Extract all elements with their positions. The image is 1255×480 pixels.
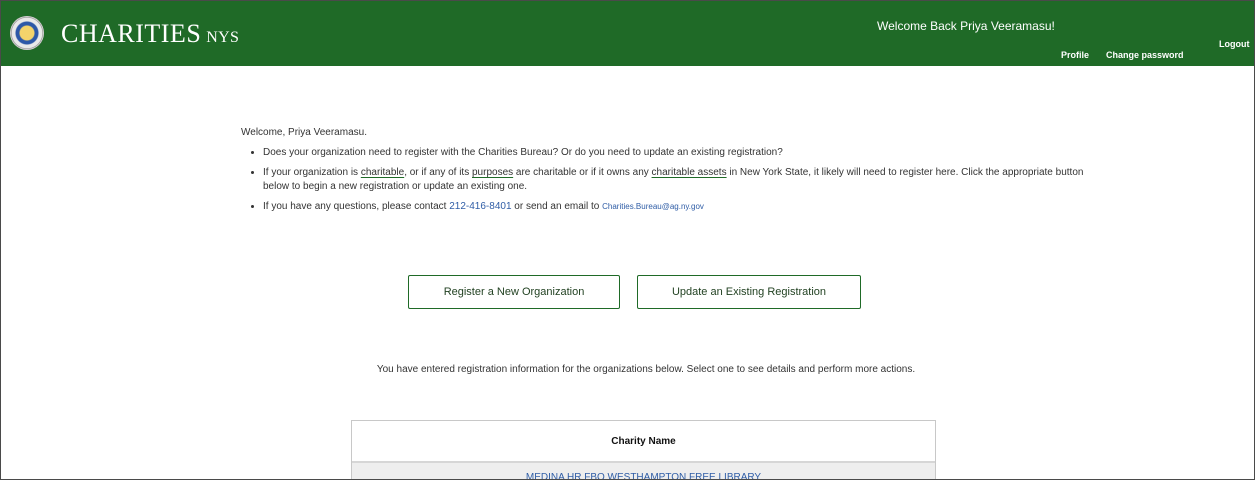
instruction-text: are charitable or if it owns any [513, 167, 652, 178]
charitable-link[interactable]: charitable [361, 167, 404, 178]
instruction-text: , or if any of its [404, 167, 472, 178]
instructions-list: Does your organization need to register … [241, 146, 1101, 214]
organizations-table: Charity Name MEDINA HR FBO WESTHAMPTON F… [351, 420, 936, 479]
register-new-organization-button[interactable]: Register a New Organization [408, 275, 620, 309]
contact-email-link[interactable]: Charities.Bureau@ag.ny.gov [602, 202, 704, 211]
instruction-text: If you have any questions, please contac… [263, 201, 450, 212]
organizations-info-text: You have entered registration informatio… [376, 364, 916, 375]
greeting: Welcome, Priya Veeramasu. [241, 127, 367, 138]
instruction-text: If your organization is [263, 167, 361, 178]
brand-suffix: NYS [206, 29, 240, 46]
change-password-link[interactable]: Change password [1106, 50, 1184, 60]
state-seal-icon [10, 16, 44, 50]
charity-name-column-header: Charity Name [352, 421, 935, 462]
update-existing-registration-button[interactable]: Update an Existing Registration [637, 275, 861, 309]
instruction-item-2: If your organization is charitable, or i… [263, 166, 1101, 194]
instruction-item-3: If you have any questions, please contac… [263, 200, 1101, 214]
charity-name-cell[interactable]: MEDINA HR FBO WESTHAMPTON FREE LIBRARY [526, 472, 761, 479]
table-row[interactable]: MEDINA HR FBO WESTHAMPTON FREE LIBRARY [352, 462, 935, 479]
page-frame: CHARITIES NYS Welcome Back Priya Veeramas… [0, 0, 1255, 480]
top-navigation-bar: CHARITIES NYS Welcome Back Priya Veeramas… [1, 1, 1254, 66]
instruction-text: or send an email to [511, 201, 603, 212]
purposes-link[interactable]: purposes [472, 167, 513, 178]
contact-phone: 212-416-8401 [449, 201, 512, 212]
instruction-item-1: Does your organization need to register … [263, 146, 1101, 160]
charitable-assets-link[interactable]: charitable assets [652, 167, 727, 178]
logout-link[interactable]: Logout [1219, 39, 1250, 49]
profile-link[interactable]: Profile [1061, 50, 1089, 60]
intro-section: Welcome, Priya Veeramasu. Does your orga… [241, 127, 1101, 220]
welcome-message: Welcome Back Priya Veeramasu! [877, 19, 1055, 33]
brand-title[interactable]: CHARITIES NYS [61, 20, 239, 52]
brand-name: CHARITIES [61, 19, 202, 48]
